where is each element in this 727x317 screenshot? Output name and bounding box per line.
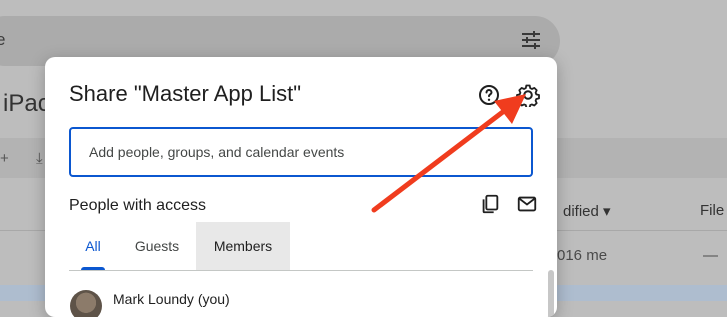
gear-icon[interactable]	[516, 83, 540, 107]
avatar	[70, 290, 102, 317]
background-add-icon: +	[0, 150, 9, 167]
scrollbar[interactable]	[548, 270, 554, 317]
background-row-size: —	[703, 247, 718, 264]
tab-divider	[69, 270, 533, 271]
background-col-modified: dified ▾	[563, 203, 611, 220]
share-dialog: Share "Master App List" People with acce…	[45, 57, 557, 317]
filter-icon	[522, 31, 540, 49]
background-col-file: File	[700, 202, 725, 219]
people-with-access-heading: People with access	[69, 197, 206, 214]
tab-members[interactable]: Members	[196, 222, 290, 270]
mail-icon[interactable]	[516, 193, 538, 215]
tab-guests[interactable]: Guests	[125, 222, 189, 270]
background-row-date: 016 me	[557, 247, 608, 264]
background-page-title: iPac	[3, 90, 50, 117]
background-search-text: e	[0, 30, 6, 49]
help-icon[interactable]	[477, 83, 501, 107]
copy-icon[interactable]	[479, 193, 501, 215]
dialog-title: Share "Master App List"	[69, 81, 302, 106]
tab-all[interactable]: All	[73, 222, 113, 270]
background-download-icon: ⤓	[36, 150, 43, 167]
person-name: Mark Loundy (you)	[113, 291, 230, 307]
add-people-input[interactable]	[69, 127, 533, 177]
